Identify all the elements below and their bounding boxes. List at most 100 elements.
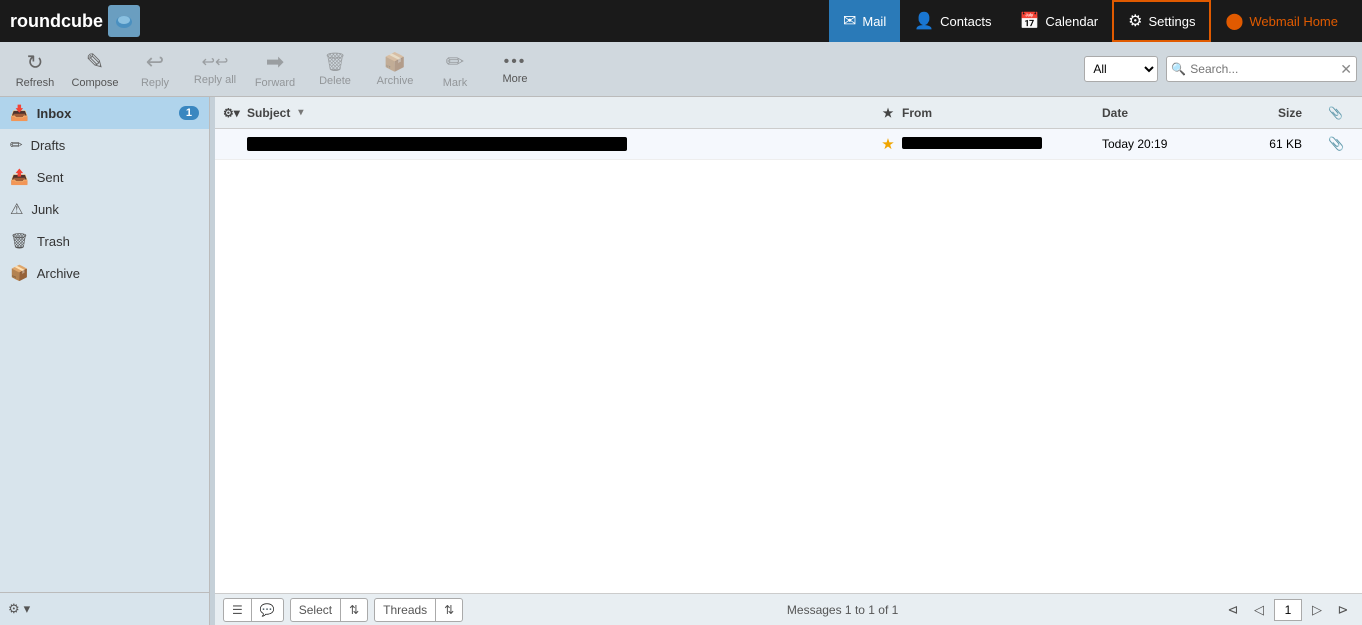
refresh-icon: ↻	[27, 50, 44, 75]
logo: roundcube	[10, 5, 140, 37]
threads-label: Threads	[383, 603, 427, 617]
header-from[interactable]: From	[902, 106, 1102, 120]
inbox-label: Inbox	[37, 106, 72, 121]
calendar-icon: 📅	[1019, 11, 1039, 31]
current-page[interactable]: 1	[1274, 599, 1302, 621]
reply-label: Reply	[141, 77, 169, 89]
subject-redacted-text	[247, 137, 627, 151]
sidebar-bottom: ⚙ ▾	[0, 592, 209, 625]
select-button[interactable]: Select	[291, 598, 341, 622]
email-list-header: ⚙▾ Subject ▾ ★ From Date Size 📎	[215, 97, 1362, 129]
reply-all-icon: ↩↩	[202, 52, 229, 72]
mark-button[interactable]: ✏ Mark	[425, 44, 485, 94]
threads-arrow-button[interactable]: ⇅	[436, 598, 462, 622]
nav-calendar[interactable]: 📅 Calendar	[1005, 0, 1112, 42]
column-options-icon[interactable]: ⚙▾	[223, 106, 240, 120]
messages-info: Messages 1 to 1 of 1	[469, 603, 1216, 617]
delete-icon: 🗑	[324, 52, 347, 73]
first-page-button[interactable]: ⊲	[1222, 599, 1244, 621]
refresh-button[interactable]: ↻ Refresh	[5, 44, 65, 94]
sidebar-item-junk[interactable]: ⚠ Junk	[0, 193, 209, 225]
inbox-badge: 1	[179, 106, 199, 120]
logo-text: roundcube	[10, 11, 103, 32]
delete-label: Delete	[319, 75, 351, 87]
sidebar-item-sent[interactable]: 📤 Sent	[0, 161, 209, 193]
star-icon[interactable]: ★	[881, 136, 894, 153]
toolbar: ↻ Refresh ✎ Compose ↩ Reply ↩↩ Reply all…	[0, 42, 1362, 97]
reply-all-button[interactable]: ↩↩ Reply all	[185, 44, 245, 94]
sidebar-item-inbox[interactable]: 📥 Inbox 1	[0, 97, 209, 129]
more-icon: •••	[504, 53, 527, 71]
search-input[interactable]	[1190, 62, 1340, 76]
junk-icon: ⚠	[10, 200, 23, 218]
select-arrow-icon: ⇅	[349, 603, 359, 617]
nav-webmail[interactable]: ⬤ Webmail Home	[1211, 0, 1352, 42]
archive-label: Archive	[377, 75, 414, 87]
attach-col-icon: 📎	[1328, 106, 1343, 120]
reply-all-label: Reply all	[194, 74, 236, 86]
view-toggle-group: ☰ 💬	[223, 598, 284, 622]
mark-label: Mark	[443, 77, 467, 89]
junk-label: Junk	[31, 202, 58, 217]
sidebar-item-trash[interactable]: 🗑 Trash	[0, 225, 209, 257]
nav-mail[interactable]: ✉ Mail	[829, 0, 900, 42]
flag-col-icon: ★	[883, 106, 894, 120]
subject-col-label: Subject	[247, 106, 290, 120]
sidebar-item-archive[interactable]: 📦 Archive	[0, 257, 209, 289]
toolbar-right: All Unread Flagged 🔍 ✕	[1084, 56, 1357, 82]
header-date[interactable]: Date	[1102, 106, 1232, 120]
delete-button[interactable]: 🗑 Delete	[305, 44, 365, 94]
sidebar-item-drafts[interactable]: ✏ Drafts	[0, 129, 209, 161]
next-page-button[interactable]: ▷	[1306, 599, 1328, 621]
header-attach: 📎	[1328, 106, 1354, 120]
size-col-label: Size	[1278, 106, 1302, 120]
date-col-label: Date	[1102, 106, 1128, 120]
row-attach: 📎	[1328, 136, 1354, 152]
webmail-icon: ⬤	[1225, 11, 1243, 31]
from-col-label: From	[902, 106, 932, 120]
header-flag[interactable]: ★	[874, 106, 902, 120]
nav-contacts-label: Contacts	[940, 14, 991, 29]
header-size[interactable]: Size	[1232, 106, 1302, 120]
attachment-icon: 📎	[1328, 136, 1344, 151]
clear-search-button[interactable]: ✕	[1340, 61, 1352, 78]
header-subject[interactable]: Subject ▾	[243, 106, 874, 120]
archive-button[interactable]: 📦 Archive	[365, 44, 425, 94]
archive-label: Archive	[37, 266, 80, 281]
forward-label: Forward	[255, 77, 295, 89]
row-date: Today 20:19	[1102, 137, 1232, 151]
threads-button[interactable]: Threads	[375, 598, 436, 622]
main-area: 📥 Inbox 1 ✏ Drafts 📤 Sent ⚠ Junk 🗑 Trash…	[0, 97, 1362, 625]
filter-select[interactable]: All Unread Flagged	[1084, 56, 1158, 82]
nav-contacts[interactable]: 👤 Contacts	[900, 0, 1005, 42]
contacts-icon: 👤	[914, 11, 934, 31]
nav-settings[interactable]: ⚙ Settings	[1112, 0, 1211, 42]
sidebar-settings-button[interactable]: ⚙ ▾	[8, 601, 201, 617]
compose-icon: ✎	[86, 49, 104, 75]
logo-icon	[108, 5, 140, 37]
nav-settings-label: Settings	[1148, 14, 1195, 29]
table-row[interactable]: ★ Today 20:19 61 KB 📎	[215, 129, 1362, 160]
email-list: ⚙▾ Subject ▾ ★ From Date Size 📎	[215, 97, 1362, 625]
select-label: Select	[299, 603, 332, 617]
forward-button[interactable]: ➡ Forward	[245, 44, 305, 94]
refresh-label: Refresh	[16, 77, 55, 89]
thread-view-icon: 💬	[260, 603, 275, 617]
thread-view-button[interactable]: 💬	[252, 598, 283, 622]
row-flag[interactable]: ★	[874, 135, 902, 153]
row-check	[223, 137, 243, 151]
trash-label: Trash	[37, 234, 70, 249]
reply-button[interactable]: ↩ Reply	[125, 44, 185, 94]
more-button[interactable]: ••• More	[485, 44, 545, 94]
from-redacted-text	[902, 137, 1042, 149]
last-page-button[interactable]: ⊳	[1332, 599, 1354, 621]
list-view-button[interactable]: ☰	[224, 598, 252, 622]
prev-page-button[interactable]: ◁	[1248, 599, 1270, 621]
settings-icon: ⚙	[1128, 11, 1142, 31]
sidebar-settings-arrow: ▾	[24, 601, 31, 617]
nav-mail-label: Mail	[862, 14, 886, 29]
search-box: 🔍 ✕	[1166, 56, 1357, 82]
select-arrow-button[interactable]: ⇅	[341, 598, 367, 622]
compose-button[interactable]: ✎ Compose	[65, 44, 125, 94]
topbar: roundcube ✉ Mail 👤 Contacts 📅 Calendar ⚙…	[0, 0, 1362, 42]
